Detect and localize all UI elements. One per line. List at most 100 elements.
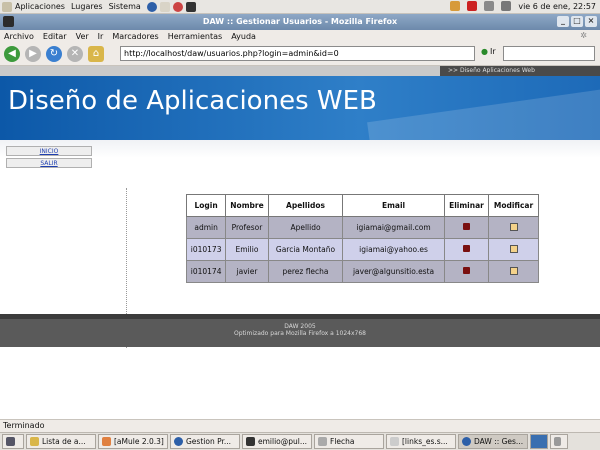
task-button[interactable]: Flecha	[314, 434, 384, 449]
users-table: Login Nombre Apellidos Email Eliminar Mo…	[185, 194, 539, 283]
panel-menu-aplicaciones[interactable]: Aplicaciones	[15, 2, 65, 11]
back-arrow-icon[interactable]: ◀	[4, 45, 20, 62]
home-icon[interactable]: ⌂	[88, 45, 104, 62]
delete-icon[interactable]	[462, 223, 470, 230]
status-text: Terminado	[3, 421, 45, 430]
settings-launcher-icon[interactable]	[159, 1, 170, 12]
amule-icon	[102, 437, 111, 446]
go-button[interactable]: ● Ir	[481, 47, 496, 56]
url-input[interactable]	[124, 49, 474, 58]
cell-login: i010174	[185, 260, 227, 283]
task-button[interactable]: [aMule 2.0.3]	[98, 434, 168, 449]
cell-email: igiamai@yahoo.es	[342, 238, 445, 261]
cell-nombre: Emilio	[225, 238, 269, 261]
top-strip: >> Diseño Aplicaciones Web	[0, 66, 600, 76]
task-label: emilio@pul...	[258, 437, 308, 446]
site-banner: Diseño de Aplicaciones WEB	[0, 76, 600, 140]
table-header-row: Login Nombre Apellidos Email Eliminar Mo…	[185, 194, 539, 217]
menu-marcadores[interactable]: Marcadores	[112, 32, 158, 41]
panel-menu-sistema[interactable]: Sistema	[109, 2, 141, 11]
gnome-top-panel: Aplicaciones Lugares Sistema vie 6 de en…	[0, 0, 600, 14]
go-label: Ir	[489, 47, 496, 56]
cell-eliminar	[443, 216, 490, 239]
cell-modificar	[488, 260, 539, 283]
cell-nombre: javier	[225, 260, 269, 283]
terminal-launcher-icon[interactable]	[185, 1, 196, 12]
sidebar-menu: INICIO SALIR	[6, 146, 92, 170]
task-label: Lista de a...	[42, 437, 86, 446]
browser-menubar: Archivo Editar Ver Ir Marcadores Herrami…	[0, 30, 600, 42]
gmail-icon[interactable]	[467, 1, 478, 11]
maximize-button[interactable]: □	[571, 16, 583, 27]
forward-arrow-icon[interactable]: ▶	[25, 45, 41, 62]
page-viewport: >> Diseño Aplicaciones Web Diseño de Apl…	[0, 66, 600, 419]
panel-menu-lugares[interactable]: Lugares	[71, 2, 103, 11]
edit-icon[interactable]	[509, 266, 518, 275]
edit-icon[interactable]	[509, 222, 518, 231]
task-button[interactable]: Gestion Pr...	[170, 434, 240, 449]
show-desktop-button[interactable]	[2, 434, 24, 449]
table-row: i010173 Emilio Garcia Montaño igiamai@ya…	[185, 238, 539, 261]
go-icon: ●	[481, 47, 488, 56]
firefox-launcher-icon[interactable]	[146, 1, 157, 12]
firefox-icon	[462, 437, 471, 446]
menu-ayuda[interactable]: Ayuda	[231, 32, 256, 41]
page-footer: DAW 2005 Optimizado para Mozilla Firefox…	[0, 319, 600, 347]
menu-ir[interactable]: Ir	[98, 32, 104, 41]
document-icon	[390, 437, 399, 446]
minimize-button[interactable]: _	[557, 16, 569, 27]
foot-icon[interactable]	[2, 1, 12, 12]
cell-modificar	[488, 216, 539, 239]
terminal-icon	[246, 437, 255, 446]
edit-icon[interactable]	[509, 244, 518, 253]
cell-eliminar	[443, 238, 490, 261]
menu-archivo[interactable]: Archivo	[4, 32, 34, 41]
cell-eliminar	[443, 260, 490, 283]
top-strip-label: >> Diseño Aplicaciones Web	[440, 66, 600, 76]
cell-login: admin	[185, 216, 227, 239]
task-label: [links_es.s...	[402, 437, 448, 446]
task-label: DAW :: Ges...	[474, 437, 524, 446]
menu-ver[interactable]: Ver	[76, 32, 89, 41]
cell-email: igiamai@gmail.com	[342, 216, 445, 239]
image-icon	[318, 437, 327, 446]
status-bar: Terminado	[0, 419, 600, 432]
footer-line-2: Optimizado para Mozilla Firefox a 1024x7…	[233, 330, 366, 337]
window-titlebar[interactable]: DAW :: Gestionar Usuarios - Mozilla Fire…	[0, 14, 600, 30]
task-button[interactable]: emilio@pul...	[242, 434, 312, 449]
workspace-switcher[interactable]	[530, 434, 548, 449]
cell-apellidos: Apellido	[267, 216, 344, 239]
menu-herramientas[interactable]: Herramientas	[168, 32, 223, 41]
task-button-active[interactable]: DAW :: Ges...	[458, 434, 528, 449]
throbber-icon: ✲	[580, 31, 587, 40]
panel-clock[interactable]: vie 6 de ene, 22:57	[518, 2, 596, 11]
task-label: Flecha	[330, 437, 355, 446]
task-label: [aMule 2.0.3]	[114, 437, 164, 446]
help-launcher-icon[interactable]	[172, 1, 183, 12]
task-button[interactable]: Lista de a...	[26, 434, 96, 449]
menu-editar[interactable]: Editar	[43, 32, 67, 41]
reload-icon[interactable]: ↻	[46, 45, 62, 62]
col-header-email: Email	[342, 194, 445, 217]
window-menu-icon[interactable]	[3, 16, 14, 27]
close-button[interactable]: ×	[585, 16, 597, 27]
col-header-login: Login	[185, 194, 227, 217]
task-label: Gestion Pr...	[186, 437, 232, 446]
table-row: i010174 javier perez flecha javer@alguns…	[185, 260, 539, 283]
table-row: admin Profesor Apellido igiamai@gmail.co…	[185, 216, 539, 239]
sidebar-link-inicio[interactable]: INICIO	[6, 146, 92, 156]
delete-icon[interactable]	[462, 245, 470, 252]
search-input[interactable]	[503, 46, 595, 61]
trash-button[interactable]	[550, 434, 568, 449]
network-icon[interactable]	[484, 1, 495, 11]
cell-modificar	[488, 238, 539, 261]
navigation-toolbar: ◀ ▶ ↻ ✕ ⌂ ● Ir	[0, 42, 600, 66]
delete-icon[interactable]	[462, 267, 470, 274]
sidebar-link-salir[interactable]: SALIR	[6, 158, 92, 168]
trash-icon	[554, 437, 561, 446]
stop-icon[interactable]: ✕	[67, 45, 83, 62]
task-button[interactable]: [links_es.s...	[386, 434, 456, 449]
url-bar[interactable]	[120, 46, 475, 61]
user-icon[interactable]	[450, 1, 461, 11]
volume-icon[interactable]	[501, 1, 512, 11]
